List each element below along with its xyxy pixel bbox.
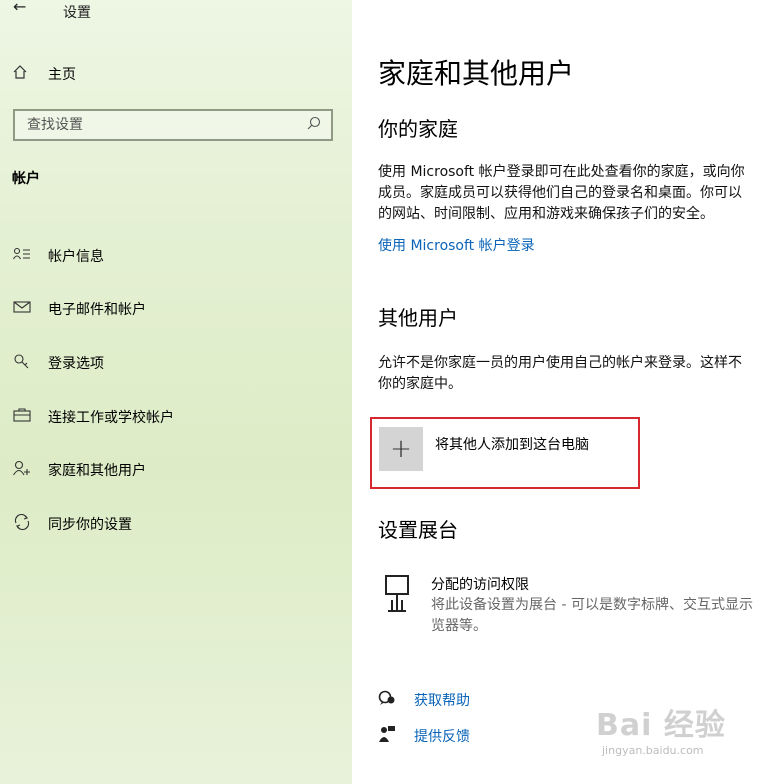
sidebar-item-sync[interactable]: 同步你的设置 <box>0 497 352 551</box>
kiosk-icon <box>383 574 415 614</box>
add-other-user-button[interactable]: + 将其他人添加到这台电脑 <box>379 427 589 471</box>
sidebar-item-label: 帐户信息 <box>48 248 104 265</box>
back-arrow-icon[interactable]: ← <box>13 0 26 16</box>
text-line: 使用 Microsoft 帐户登录即可在此处查看你的家庭，或向你 <box>378 164 745 180</box>
feedback-label: 提供反馈 <box>414 729 470 745</box>
other-users-heading: 其他用户 <box>378 306 458 330</box>
sidebar-item-label: 登录选项 <box>48 355 104 372</box>
sidebar-item-family[interactable]: 家庭和其他用户 <box>0 443 352 497</box>
key-icon <box>12 353 32 373</box>
assigned-access-description: 将此设备设置为展台 - 可以是数字标牌、交互式显示 览器等。 <box>431 595 753 637</box>
sidebar: ← 设置 主页 帐户 帐户信息 电子邮件和帐户 <box>0 0 352 784</box>
sidebar-item-account-info[interactable]: 帐户信息 <box>0 229 352 283</box>
section-heading: 帐户 <box>12 171 40 187</box>
person-info-icon <box>12 247 32 265</box>
sidebar-item-label: 家庭和其他用户 <box>48 463 146 480</box>
main-content: 家庭和其他用户 你的家庭 使用 Microsoft 帐户登录即可在此处查看你的家… <box>352 0 781 784</box>
sidebar-item-label: 同步你的设置 <box>48 516 132 533</box>
get-help-link[interactable]: 获取帮助 <box>378 690 470 710</box>
add-person-icon <box>12 460 32 480</box>
assigned-access-title: 分配的访问权限 <box>431 577 529 593</box>
family-description: 使用 Microsoft 帐户登录即可在此处查看你的家庭，或向你 成员。家庭成员… <box>378 162 745 225</box>
get-help-label: 获取帮助 <box>414 693 470 709</box>
search-input[interactable] <box>27 117 287 133</box>
plus-icon: + <box>379 427 423 471</box>
family-heading: 你的家庭 <box>378 117 458 141</box>
text-line: 将此设备设置为展台 - 可以是数字标牌、交互式显示 <box>431 597 753 613</box>
assigned-access-button[interactable]: 分配的访问权限 将此设备设置为展台 - 可以是数字标牌、交互式显示 览器等。 <box>383 574 753 637</box>
sync-icon <box>12 513 32 534</box>
watermark: Bai 经验 jingyan.baidu.com <box>596 700 776 770</box>
briefcase-icon <box>12 408 32 426</box>
help-chat-icon <box>378 690 398 710</box>
search-box[interactable] <box>13 109 333 141</box>
text-line: 览器等。 <box>431 618 487 634</box>
watermark-url: jingyan.baidu.com <box>602 744 704 757</box>
mail-icon <box>12 300 32 318</box>
feedback-icon <box>378 725 398 747</box>
add-other-user-label: 将其他人添加到这台电脑 <box>435 437 589 453</box>
sidebar-item-sign-in-options[interactable]: 登录选项 <box>0 336 352 390</box>
app-title: 设置 <box>63 5 91 21</box>
sidebar-item-home[interactable]: 主页 <box>12 63 76 85</box>
watermark-logo: Bai 经验 <box>596 708 726 743</box>
page-title: 家庭和其他用户 <box>378 57 575 90</box>
text-line: 你的家庭中。 <box>378 376 462 392</box>
sidebar-item-label: 连接工作或学校帐户 <box>48 409 174 426</box>
search-icon[interactable] <box>307 116 321 134</box>
text-line: 允许不是你家庭一员的用户使用自己的帐户来登录。这样不 <box>378 355 742 371</box>
home-icon <box>12 64 32 84</box>
text-line: 成员。家庭成员可以获得他们自己的登录名和桌面。你可以 <box>378 185 742 201</box>
other-users-description: 允许不是你家庭一员的用户使用自己的帐户来登录。这样不 你的家庭中。 <box>378 353 742 395</box>
sign-in-microsoft-link[interactable]: 使用 Microsoft 帐户登录 <box>378 235 535 255</box>
sidebar-item-label: 电子邮件和帐户 <box>48 302 146 319</box>
feedback-link[interactable]: 提供反馈 <box>378 725 470 747</box>
sidebar-item-email[interactable]: 电子邮件和帐户 <box>0 283 352 337</box>
text-line: 的网站、时间限制、应用和游戏来确保孩子们的安全。 <box>378 206 714 222</box>
sidebar-nav: 帐户信息 电子邮件和帐户 登录选项 连接工作或学校帐户 家庭和其他用户 同步你的… <box>0 229 352 551</box>
kiosk-heading: 设置展台 <box>378 518 458 542</box>
title-bar: ← 设置 <box>0 0 352 24</box>
sidebar-item-label: 主页 <box>48 67 76 83</box>
sidebar-item-work-school[interactable]: 连接工作或学校帐户 <box>0 390 352 444</box>
